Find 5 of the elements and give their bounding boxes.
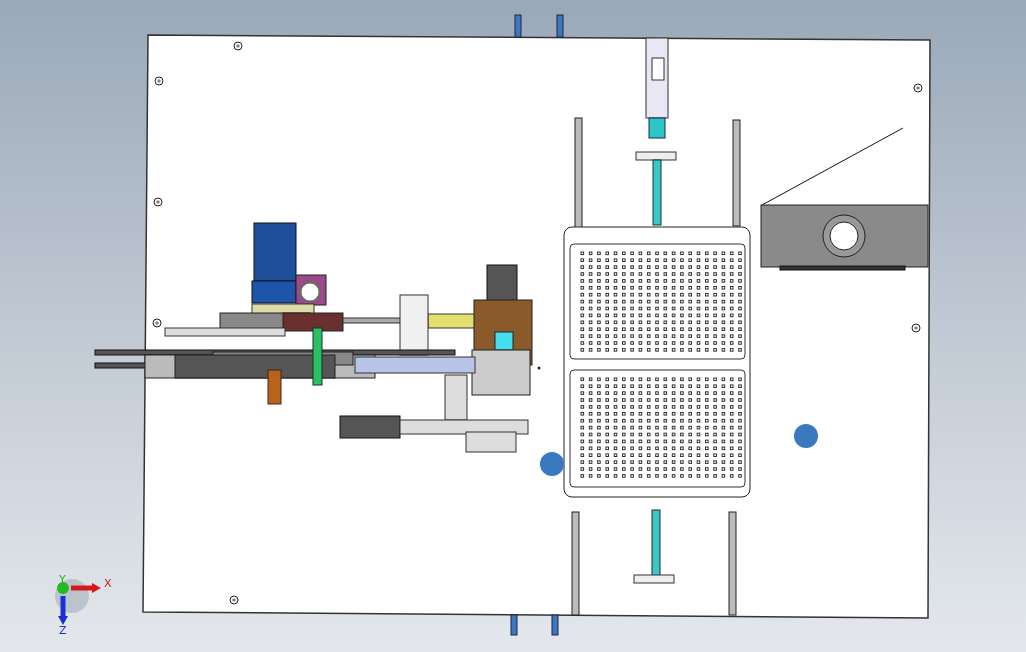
axis-label: Z bbox=[59, 624, 67, 637]
axis-label: Y bbox=[59, 573, 66, 586]
cad-viewport[interactable]: Y X Z bbox=[0, 0, 1026, 652]
axis-label: X bbox=[104, 577, 112, 590]
orientation-triad[interactable]: Y X Z bbox=[55, 573, 112, 637]
